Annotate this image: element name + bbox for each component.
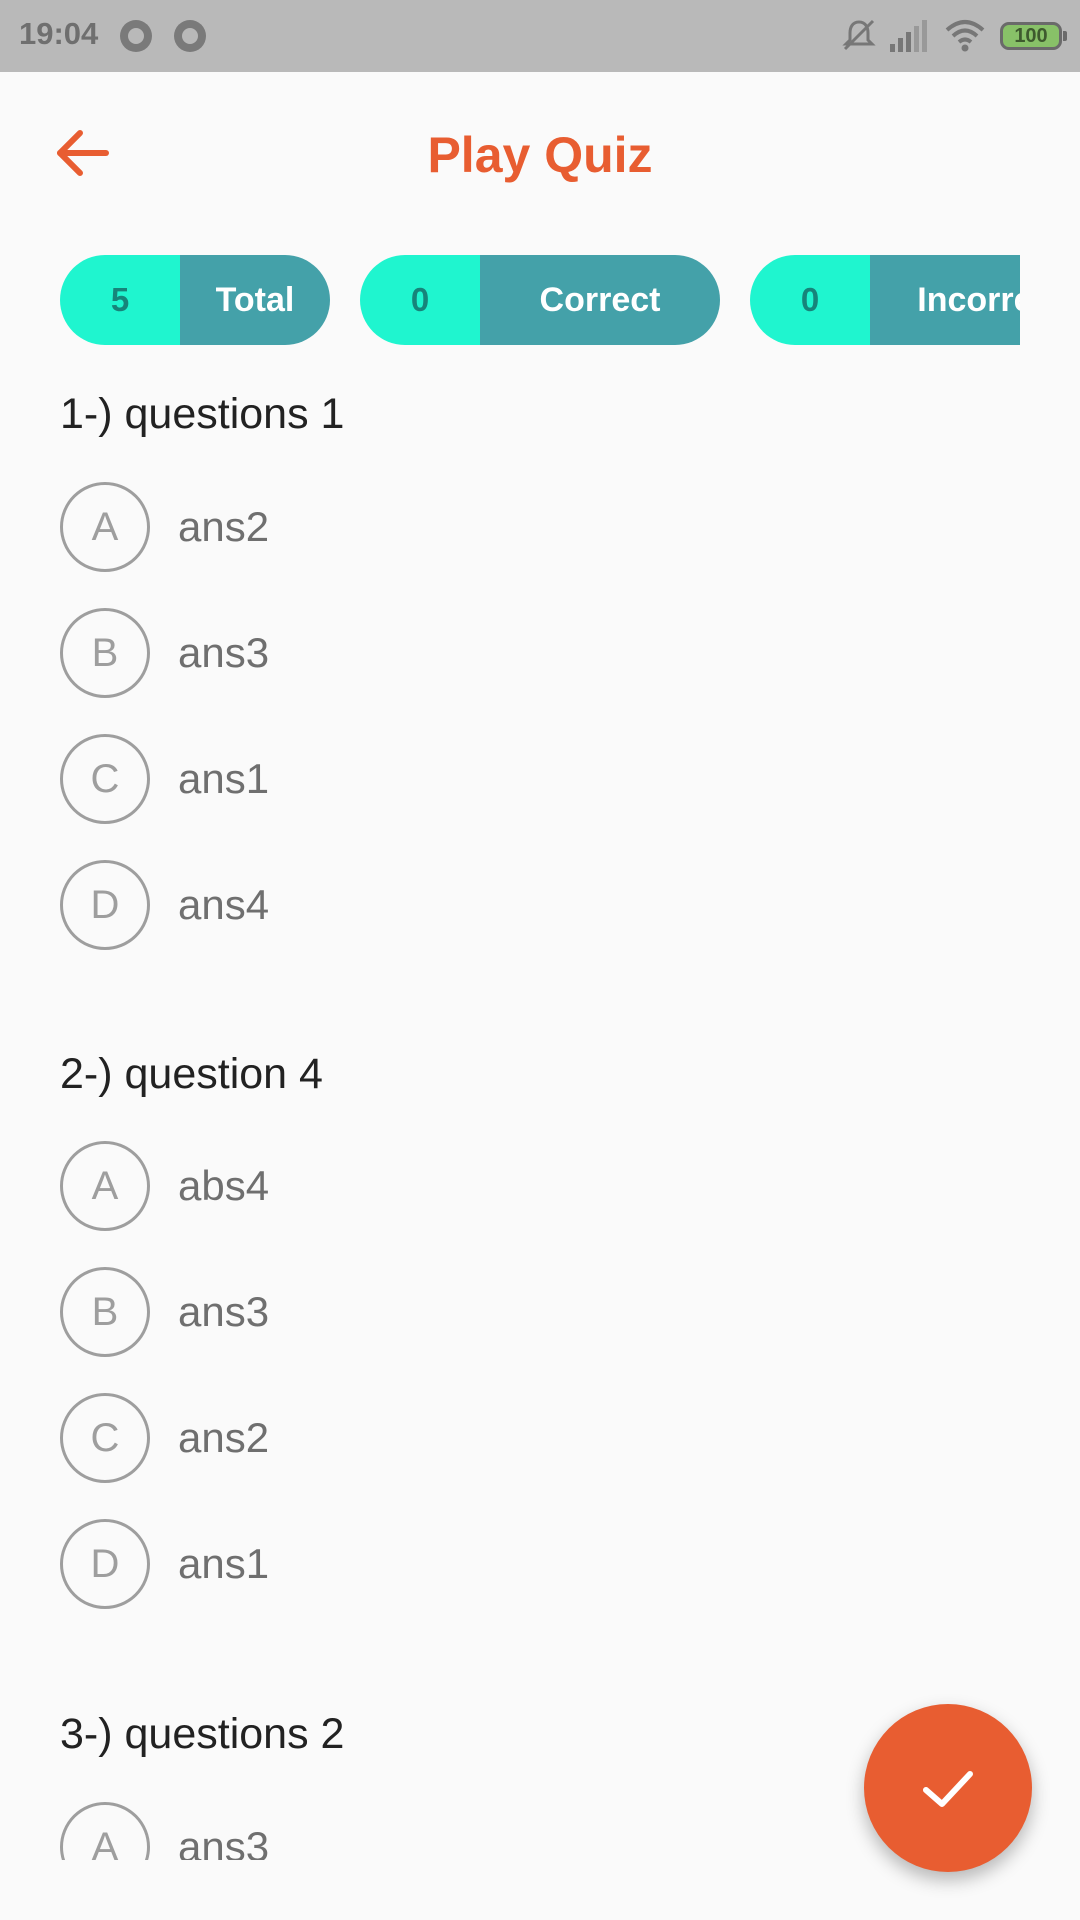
submit-fab-button[interactable] — [864, 1704, 1032, 1872]
app-bar: Play Quiz — [0, 72, 1080, 242]
notification-icon — [174, 20, 206, 52]
check-icon — [923, 1771, 973, 1807]
page-title: Play Quiz — [427, 127, 653, 183]
notification-icon — [120, 20, 152, 52]
stat-chip-total: 5 Total — [60, 255, 330, 345]
stat-chip-correct: 0 Correct — [360, 255, 720, 345]
option-text: ans4 — [178, 881, 270, 928]
option-letter: A — [60, 1802, 150, 1860]
answer-option[interactable]: A ans3 — [60, 1802, 760, 1860]
question-title: 2-) question 4 — [60, 1050, 323, 1098]
stat-label: Total — [180, 255, 330, 345]
answer-option[interactable]: A ans2 — [60, 482, 760, 572]
option-letter: C — [60, 734, 150, 824]
answer-option[interactable]: B ans3 — [60, 608, 760, 698]
option-text: ans3 — [178, 1823, 270, 1860]
status-bar: 19:04 100 — [0, 0, 1080, 72]
status-time: 19:04 — [19, 16, 99, 51]
option-letter: B — [60, 608, 150, 698]
signal-icon — [890, 20, 927, 52]
answer-option[interactable]: D ans4 — [60, 860, 760, 950]
option-letter: D — [60, 860, 150, 950]
option-text: ans1 — [178, 755, 270, 802]
stat-chip-incorrect: 0 Incorrect — [750, 255, 1020, 345]
stats-bar: 5 Total 0 Correct 0 Incorrect — [60, 255, 1020, 345]
option-letter: B — [60, 1267, 150, 1357]
stat-value: 0 — [750, 255, 870, 345]
stat-label: Correct — [480, 255, 720, 345]
option-text: abs4 — [178, 1162, 270, 1209]
answer-option[interactable]: A abs4 — [60, 1141, 760, 1231]
stat-value: 0 — [360, 255, 480, 345]
question-title: 1-) questions 1 — [60, 390, 345, 438]
answer-option[interactable]: C ans1 — [60, 734, 760, 824]
option-text: ans3 — [178, 629, 270, 676]
option-text: ans3 — [178, 1288, 270, 1335]
option-letter: A — [60, 1141, 150, 1231]
stat-label: Incorrect — [870, 255, 1020, 345]
wifi-icon — [945, 20, 985, 52]
option-letter: A — [60, 482, 150, 572]
silent-bell-icon — [842, 19, 876, 51]
option-text: ans2 — [178, 503, 270, 550]
stat-value: 5 — [60, 255, 180, 345]
answer-option[interactable]: B ans3 — [60, 1267, 760, 1357]
question-title: 3-) questions 2 — [60, 1710, 345, 1758]
battery-icon: 100 — [1000, 22, 1067, 50]
